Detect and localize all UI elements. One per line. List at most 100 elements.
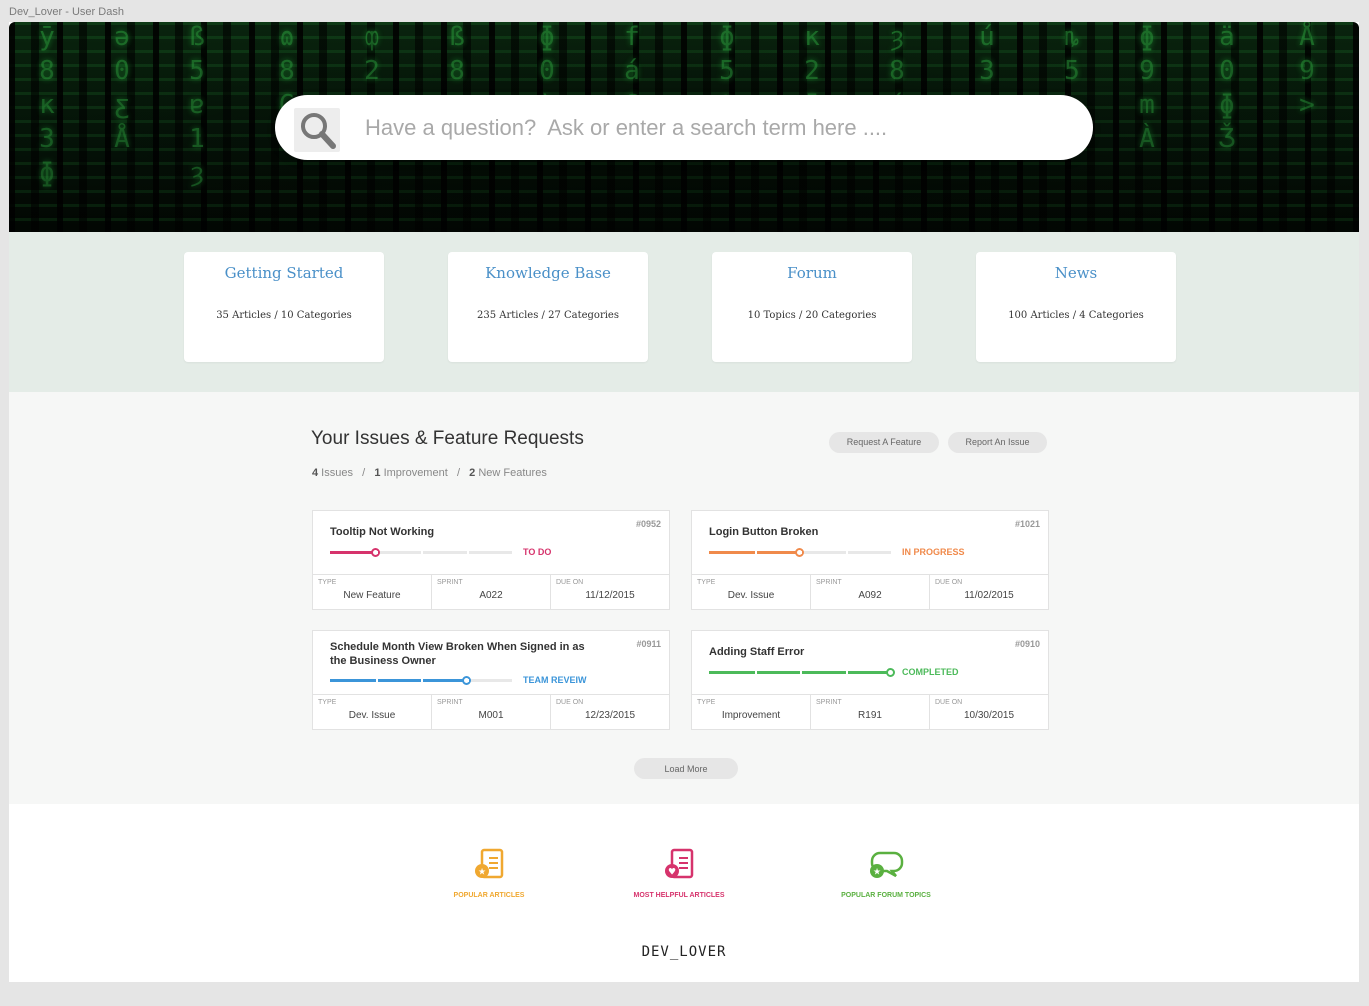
due-label: DUE ON: [935, 579, 963, 586]
window-title: Dev_Lover - User Dash: [9, 6, 124, 18]
progress-segment-gap: [467, 679, 469, 682]
status-label: COMPLETED: [902, 667, 959, 677]
sprint-value: M001: [478, 710, 504, 721]
issue-card[interactable]: Schedule Month View Broken When Signed i…: [312, 630, 670, 730]
sprint-value: A092: [858, 590, 882, 601]
category-title[interactable]: Forum: [712, 264, 912, 282]
issues-label: Issues: [318, 467, 353, 479]
progress-track: [330, 548, 512, 557]
section-title: Your Issues & Feature Requests: [311, 428, 584, 449]
svg-text:♥: ♥: [668, 868, 676, 878]
progress-track: [709, 668, 895, 677]
sprint-value: A022: [479, 590, 503, 601]
due-value: 10/30/2015: [963, 710, 1015, 721]
brand-logo: DEV_LOVER: [641, 944, 727, 960]
due-label: DUE ON: [935, 699, 963, 706]
category-meta: 100 Articles / 4 Categories: [1008, 310, 1144, 321]
progress-track: [330, 676, 512, 685]
issue-title: Schedule Month View Broken When Signed i…: [330, 641, 585, 667]
due-value: 11/12/2015: [585, 590, 635, 601]
type-label: TYPE: [697, 699, 716, 706]
svg-text:★: ★: [478, 868, 486, 878]
progress-segment-gap: [800, 551, 802, 554]
issue-details: TYPE Improvement SPRINT R191 DUE ON 10/30/2…: [692, 694, 1048, 729]
sprint-value: R191: [858, 710, 882, 721]
search-icon[interactable]: [294, 108, 340, 152]
hero-banner: ȳ8ĸ3ɸ ǝ0ƹÅ ß5ɐ1ȝ ɷ8G ȹ2ɐĸ ß8ɐ3 ɸ0)ȹ fáGA…: [9, 22, 1359, 232]
quick-link-most-helpful[interactable]: ♥ MOST HELPFUL ARTICLES: [619, 847, 739, 899]
summary-separator: /: [456, 467, 460, 479]
issue-number: #0911: [636, 639, 661, 649]
progress-segment-gap: [467, 551, 469, 554]
issue-number: #0952: [635, 519, 661, 529]
progress-segment-gap: [755, 671, 757, 674]
due-label: DUE ON: [556, 579, 584, 586]
features-label: New Features: [475, 467, 547, 479]
progress-segment-gap: [846, 551, 848, 554]
star-chat-bubble-icon: ★: [870, 851, 904, 878]
progress-segment-gap: [421, 551, 423, 554]
summary-separator: /: [362, 467, 366, 479]
type-value: Improvement: [721, 710, 781, 721]
status-label: TEAM REVEIW: [523, 675, 587, 685]
heart-document-icon: ♥: [665, 848, 694, 879]
type-value: Dev. Issue: [348, 710, 396, 721]
progress-segment-gap: [800, 671, 802, 674]
request-feature-button[interactable]: Request A Feature: [829, 432, 939, 453]
improvement-label: Improvement: [380, 467, 448, 479]
progress-segment-gap: [846, 671, 848, 674]
sprint-label: SPRINT: [816, 579, 842, 586]
category-meta: 235 Articles / 27 Categories: [477, 310, 619, 321]
quick-link-label[interactable]: POPULAR ARTICLES: [429, 892, 549, 899]
sprint-label: SPRINT: [816, 699, 842, 706]
quick-link-label[interactable]: POPULAR FORUM TOPICS: [826, 892, 946, 899]
report-issue-button[interactable]: Report An Issue: [948, 432, 1047, 453]
progress-marker: [886, 668, 895, 677]
issue-details: TYPE New Feature SPRINT A022 DUE ON 11/12/2…: [313, 574, 669, 609]
issue-card[interactable]: Login Button Broken #1021 IN PROGRESS TY…: [691, 510, 1049, 610]
issue-card[interactable]: Adding Staff Error #0910 COMPLETED TYPE I…: [691, 630, 1049, 730]
issue-number: #0910: [1014, 639, 1040, 649]
category-title[interactable]: Knowledge Base: [448, 264, 648, 282]
issue-title: Tooltip Not Working: [330, 526, 435, 538]
load-more-button[interactable]: Load More: [634, 758, 738, 779]
svg-text:★: ★: [873, 868, 881, 878]
issues-summary: 4 Issues / 1 Improvement / 2 New Feature…: [312, 467, 547, 479]
category-card-getting-started[interactable]: Getting Started 35 Articles / 10 Categor…: [184, 252, 384, 362]
category-title[interactable]: News: [976, 264, 1176, 282]
quick-link-forum-topics[interactable]: ★ POPULAR FORUM TOPICS: [826, 847, 946, 899]
search-input[interactable]: [365, 109, 1065, 147]
due-label: DUE ON: [556, 699, 584, 706]
category-meta: 35 Articles / 10 Categories: [216, 310, 352, 321]
type-value: Dev. Issue: [727, 590, 775, 601]
sprint-label: SPRINT: [437, 699, 463, 706]
quick-link-popular-articles[interactable]: ★ POPULAR ARTICLES: [429, 847, 549, 899]
type-label: TYPE: [697, 579, 716, 586]
issues-section: Your Issues & Feature Requests 4 Issues …: [9, 392, 1359, 804]
search-bar[interactable]: [275, 95, 1093, 160]
category-card-news[interactable]: News 100 Articles / 4 Categories: [976, 252, 1176, 362]
progress-fill: [330, 679, 467, 682]
type-label: TYPE: [318, 579, 337, 586]
category-band: Getting Started 35 Articles / 10 Categor…: [9, 232, 1359, 392]
category-title[interactable]: Getting Started: [184, 264, 384, 282]
due-value: 11/02/2015: [964, 590, 1014, 601]
issue-details: TYPE Dev. Issue SPRINT A092 DUE ON 11/02/20…: [692, 574, 1048, 609]
category-card-knowledge-base[interactable]: Knowledge Base 235 Articles / 27 Categor…: [448, 252, 648, 362]
sprint-label: SPRINT: [437, 579, 463, 586]
user-dashboard: ȳ8ĸ3ɸ ǝ0ƹÅ ß5ɐ1ȝ ɷ8G ȹ2ɐĸ ß8ɐ3 ɸ0)ȹ fáGA…: [9, 22, 1359, 982]
issue-title: Adding Staff Error: [709, 646, 805, 658]
issue-title: Login Button Broken: [709, 526, 819, 538]
status-label: TO DO: [523, 547, 552, 557]
progress-segment-gap: [376, 679, 378, 682]
progress-segment-gap: [421, 679, 423, 682]
progress-segment-gap: [755, 551, 757, 554]
quick-link-label[interactable]: MOST HELPFUL ARTICLES: [619, 892, 739, 899]
category-card-forum[interactable]: Forum 10 Topics / 20 Categories: [712, 252, 912, 362]
issue-details: TYPE Dev. Issue SPRINT M001 DUE ON 12/23/20…: [313, 694, 669, 729]
issue-number: #1021: [1014, 519, 1040, 529]
issue-card[interactable]: Tooltip Not Working #0952 TO DO TYPE New …: [312, 510, 670, 610]
progress-fill: [330, 551, 376, 554]
progress-track: [709, 548, 891, 557]
progress-segment-gap: [376, 551, 378, 554]
